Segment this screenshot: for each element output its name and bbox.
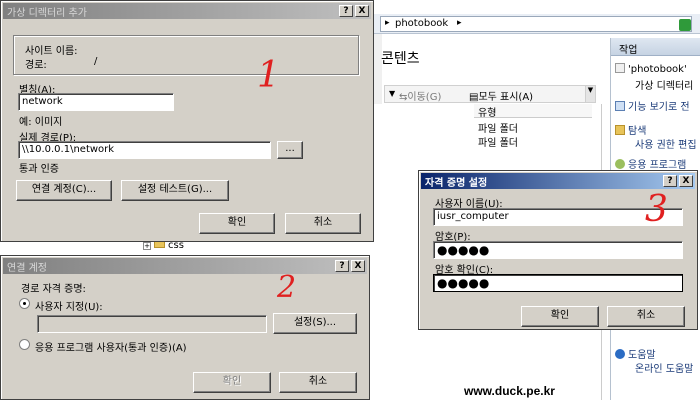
set-button[interactable]: 설정(S)...: [273, 313, 357, 334]
features-view-icon: [615, 101, 625, 111]
specific-user-input[interactable]: [37, 315, 267, 333]
action-item-features-view[interactable]: 기능 보기로 전: [615, 98, 690, 113]
dropdown-arrow-icon[interactable]: ▼: [389, 89, 395, 98]
go-icon[interactable]: [679, 19, 691, 31]
breadcrumb-photobook[interactable]: photobook: [395, 18, 448, 29]
annotation-number: 2: [277, 270, 297, 305]
address-bar: ▸ photobook ▸: [374, 14, 700, 34]
cancel-button[interactable]: 취소: [607, 306, 685, 327]
close-button[interactable]: X: [679, 175, 693, 187]
list-item[interactable]: 파일 폴더: [478, 134, 518, 149]
action-item-explore[interactable]: 탐색: [615, 122, 646, 137]
app-user-label: 응용 프로그램 사용자(통과 인증)(A): [35, 343, 187, 354]
chevron-right-icon: ▸: [385, 18, 390, 28]
content-title: 콘텐츠: [381, 51, 420, 67]
column-header-type[interactable]: 유형: [474, 104, 592, 119]
toolbar-overflow-icon[interactable]: ▼: [585, 86, 595, 102]
browse-button[interactable]: ...: [277, 141, 303, 159]
confirm-password-input[interactable]: ●●●●●: [433, 274, 683, 292]
path-value: /: [94, 56, 98, 67]
help-button[interactable]: ?: [339, 5, 353, 17]
dialog-title: 연결 계정: [7, 263, 47, 274]
action-item-help[interactable]: 도움말: [615, 346, 656, 361]
site-name-label: 사이트 이름:: [25, 46, 78, 57]
content-toolbar: ▼ ⇆이동(G) ▤모두 표시(A) ▼: [384, 85, 596, 103]
cancel-button[interactable]: 취소: [285, 213, 361, 234]
action-item-application[interactable]: 응용 프로그램: [615, 156, 686, 171]
action-item-virtual-dir[interactable]: 가상 디렉터리: [635, 77, 693, 92]
action-item-edit-permissions[interactable]: 사용 권한 편집: [635, 136, 697, 151]
cancel-button[interactable]: 취소: [279, 372, 357, 393]
specific-user-radio[interactable]: [19, 298, 30, 309]
close-button[interactable]: X: [351, 260, 365, 272]
move-button: ⇆이동(G): [399, 92, 442, 103]
dialog-title: 가상 디렉터리 추가: [7, 8, 87, 19]
annotation-number: 1: [257, 55, 280, 96]
ok-button[interactable]: 확인: [521, 306, 599, 327]
dialog-titlebar: 가상 디렉터리 추가 ? X: [3, 3, 371, 19]
close-button[interactable]: X: [355, 5, 369, 17]
password-input[interactable]: ●●●●●: [433, 241, 683, 259]
add-virtual-directory-dialog: 가상 디렉터리 추가 ? X 사이트 이름: 경로: / 별칭(A): netw…: [0, 0, 374, 242]
watermark: www.duck.pe.kr: [464, 384, 555, 398]
alias-example: 예: 이미지: [19, 117, 63, 128]
specific-user-label: 사용자 지정(U):: [35, 302, 103, 313]
show-all-button[interactable]: ▤모두 표시(A): [469, 88, 533, 103]
dialog-title: 자격 증명 설정: [425, 178, 488, 189]
application-icon: [615, 159, 625, 169]
help-button[interactable]: ?: [335, 260, 349, 272]
annotation-number: 3: [645, 189, 668, 230]
action-item-photobook[interactable]: 'photobook': [615, 63, 687, 75]
chevron-right-icon: ▸: [457, 18, 462, 28]
physical-path-input[interactable]: \\10.0.0.1\network: [18, 141, 271, 159]
path-credentials-label: 경로 자격 증명:: [21, 284, 86, 295]
app-user-radio[interactable]: [19, 339, 30, 350]
pass-through-label: 통과 인증: [19, 164, 59, 175]
alias-input[interactable]: network: [18, 93, 174, 111]
breadcrumb[interactable]: ▸ photobook ▸: [380, 16, 692, 32]
ok-button[interactable]: 확인: [199, 213, 275, 234]
dialog-titlebar: 자격 증명 설정 ? X: [421, 173, 695, 189]
page-icon: [615, 63, 625, 73]
test-settings-button[interactable]: 설정 테스트(G)...: [121, 180, 229, 201]
help-button[interactable]: ?: [663, 175, 677, 187]
path-label: 경로:: [25, 60, 47, 71]
connect-as-button[interactable]: 연결 계정(C)...: [16, 180, 112, 201]
set-credentials-dialog: 자격 증명 설정 ? X 사용자 이름(U): iusr_computer 암호…: [418, 170, 698, 330]
folder-icon: [615, 125, 625, 135]
action-item-online-help[interactable]: 온라인 도움말: [635, 360, 693, 375]
ok-button[interactable]: 확인: [193, 372, 271, 393]
list-item[interactable]: 파일 폴더: [478, 120, 518, 135]
help-icon: [615, 349, 625, 359]
expand-icon[interactable]: +: [143, 242, 151, 250]
dialog-titlebar: 연결 계정 ? X: [3, 258, 367, 274]
actions-header: 작업: [611, 38, 700, 56]
connect-as-dialog: 연결 계정 ? X 경로 자격 증명: 사용자 지정(U): 설정(S)... …: [0, 255, 370, 400]
